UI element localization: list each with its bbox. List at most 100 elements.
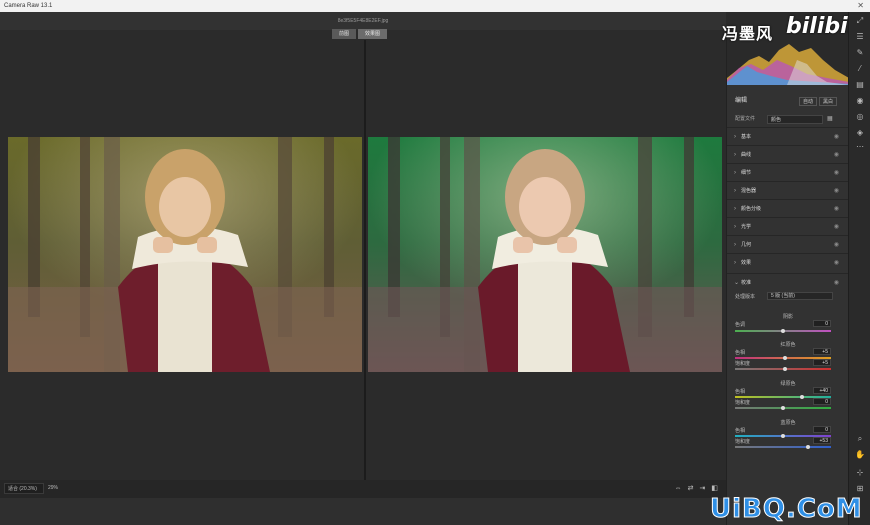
expand-icon[interactable]: ⤢ xyxy=(849,16,870,26)
presets-icon[interactable]: ◈ xyxy=(849,128,870,137)
green-saturation-value[interactable]: 0 xyxy=(813,398,831,405)
before-after-layout-icon[interactable]: ◧ xyxy=(711,483,718,494)
green-hue-label: 色相 xyxy=(735,389,746,395)
eye-icon[interactable]: ◉ xyxy=(834,164,839,182)
chevron-right-icon: › xyxy=(734,206,736,212)
radial-icon[interactable]: ◉ xyxy=(849,96,870,105)
document-bar: 8e3f5E5F4E8E2EF.jpg xyxy=(0,12,726,30)
tool-strip: ⤢ ☰ ✎ ⁄ ▤ ◉ ◎ ◈ ⋯ ⌕ ✋ ⊹ ⊞ xyxy=(848,12,870,525)
section-label: 混色器 xyxy=(741,188,757,194)
slider-thumb[interactable] xyxy=(781,329,785,333)
view-tabs: 前图 效果图 xyxy=(332,29,388,39)
slider-thumb[interactable] xyxy=(806,445,811,449)
slider-thumb[interactable] xyxy=(800,395,805,399)
swap-icon[interactable]: ⇔ xyxy=(675,483,682,494)
red-saturation-label: 饱和度 xyxy=(735,361,751,367)
sliders-icon[interactable]: ☰ xyxy=(849,32,870,41)
redeye-icon[interactable]: ◎ xyxy=(849,112,870,121)
section-label: 曲线 xyxy=(741,152,752,158)
section-color-grading[interactable]: › 颜色分级 ◉ xyxy=(727,199,849,217)
healing-icon[interactable]: ✎ xyxy=(849,48,870,57)
eye-icon[interactable]: ◉ xyxy=(834,182,839,200)
footer-strip xyxy=(0,498,726,525)
section-optics[interactable]: › 光学 ◉ xyxy=(727,217,849,235)
shadows-tint-value[interactable]: 0 xyxy=(813,320,831,327)
green-saturation-slider[interactable] xyxy=(735,406,831,410)
process-select[interactable]: 5 版 (当前) xyxy=(767,292,833,300)
green-saturation-label: 饱和度 xyxy=(735,400,751,406)
red-saturation-value[interactable]: +5 xyxy=(813,359,831,366)
section-calibration[interactable]: ⌄ 校准 ◉ xyxy=(727,273,849,291)
gradient-icon[interactable]: ▤ xyxy=(849,80,870,89)
chevron-right-icon: › xyxy=(734,242,736,248)
red-hue-label: 色相 xyxy=(735,350,746,356)
tab-after[interactable]: 效果图 xyxy=(358,29,388,39)
watermark-author: 冯墨风 xyxy=(722,24,774,43)
auto-button[interactable]: 自动 xyxy=(799,97,818,106)
chevron-down-icon: ⌄ xyxy=(734,280,740,286)
section-label: 效果 xyxy=(741,260,752,266)
section-mixer[interactable]: › 混色器 ◉ xyxy=(727,181,849,199)
chevron-right-icon: › xyxy=(734,260,736,266)
section-label: 细节 xyxy=(741,170,752,176)
eye-icon[interactable]: ◉ xyxy=(834,254,839,272)
section-curve[interactable]: › 曲线 ◉ xyxy=(727,145,849,163)
chevron-right-icon: › xyxy=(734,152,736,158)
window-close-icon[interactable]: ✕ xyxy=(857,0,864,12)
green-primary-title: 绿原色 xyxy=(780,381,796,387)
shadows-tint-slider[interactable] xyxy=(735,329,831,333)
hand-icon[interactable]: ✋ xyxy=(849,450,870,459)
red-primary-title: 红原色 xyxy=(780,342,796,348)
blue-hue-value[interactable]: 0 xyxy=(813,426,831,433)
copy-settings-icon[interactable]: ⇥ xyxy=(700,483,706,494)
section-detail[interactable]: › 细节 ◉ xyxy=(727,163,849,181)
eye-icon[interactable]: ◉ xyxy=(834,236,839,254)
blue-hue-label: 色相 xyxy=(735,428,746,434)
window-title: Camera Raw 13.1 xyxy=(4,3,53,9)
zoom-icon[interactable]: ⌕ xyxy=(849,434,870,444)
green-hue-value[interactable]: +40 xyxy=(813,387,831,394)
blue-saturation-slider[interactable] xyxy=(735,445,831,449)
profile-browser-icon[interactable]: ▦ xyxy=(827,115,833,122)
eye-icon[interactable]: ◉ xyxy=(834,146,839,164)
section-label: 颜色分级 xyxy=(741,206,762,212)
bottom-bar: 适合 (20.3%) 29% ⇔ ⇄ ⇥ ◧ xyxy=(0,480,726,498)
eye-icon[interactable]: ◉ xyxy=(834,128,839,146)
sampler-icon[interactable]: ⊹ xyxy=(849,468,870,477)
profile-select[interactable]: 颜色 xyxy=(767,115,823,124)
before-after-divider xyxy=(364,40,366,480)
red-hue-value[interactable]: +5 xyxy=(813,348,831,355)
grid-icon[interactable]: ⊞ xyxy=(849,484,870,493)
red-saturation-slider[interactable] xyxy=(735,367,831,371)
slider-thumb[interactable] xyxy=(781,434,785,438)
eye-icon[interactable]: ◉ xyxy=(834,218,839,236)
blue-saturation-value[interactable]: +53 xyxy=(813,437,831,444)
brush-icon[interactable]: ⁄ xyxy=(849,64,870,73)
section-label: 基本 xyxy=(741,134,752,140)
slider-thumb[interactable] xyxy=(781,406,785,410)
cycle-icon[interactable]: ⇄ xyxy=(688,483,694,494)
shadows-title: 阴影 xyxy=(782,314,793,320)
eye-icon[interactable]: ◉ xyxy=(834,274,839,292)
process-label: 处理版本 xyxy=(735,294,756,300)
section-label: 光学 xyxy=(741,224,752,230)
before-photo[interactable] xyxy=(8,137,362,372)
after-photo[interactable] xyxy=(368,137,722,372)
more-icon[interactable]: ⋯ xyxy=(849,142,870,151)
tab-before[interactable]: 前图 xyxy=(332,29,357,39)
section-geometry[interactable]: › 几何 ◉ xyxy=(727,235,849,253)
edit-panel: 编辑 自动 黑白 配置文件 颜色 ▦ › 基本 ◉ › 曲线 ◉ › 细节 ◉ › 混色器 ◉ … xyxy=(726,30,849,525)
document-filename: 8e3f5E5F4E8E2EF.jpg xyxy=(337,18,389,24)
bottom-view-icons: ⇔ ⇄ ⇥ ◧ xyxy=(675,483,718,494)
slider-thumb[interactable] xyxy=(783,367,788,371)
blue-primary-title: 蓝原色 xyxy=(780,420,796,426)
shadows-tint-label: 色调 xyxy=(735,322,746,328)
eye-icon[interactable]: ◉ xyxy=(834,200,839,218)
black-white-button[interactable]: 黑白 xyxy=(819,97,838,106)
zoom-select[interactable]: 29% xyxy=(48,483,74,494)
slider-thumb[interactable] xyxy=(783,356,788,360)
section-effects[interactable]: › 效果 ◉ xyxy=(727,253,849,271)
chevron-right-icon: › xyxy=(734,188,736,194)
section-basic[interactable]: › 基本 ◉ xyxy=(727,127,849,145)
zoom-fit-field[interactable]: 适合 (20.3%) xyxy=(4,483,44,494)
